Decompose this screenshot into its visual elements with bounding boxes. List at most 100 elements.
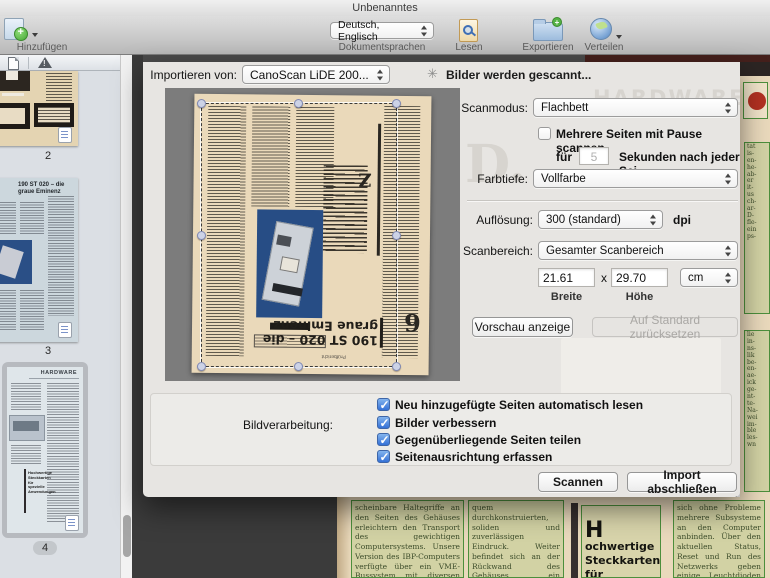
plus-glyph: + [17, 26, 24, 38]
unit-select[interactable]: cm [680, 268, 738, 287]
marquee-handle-n[interactable] [294, 99, 303, 108]
pullquote-bar [571, 503, 578, 578]
read-button[interactable]: Lesen [448, 16, 490, 55]
import-from-label: Importieren von: [150, 68, 237, 82]
pages-tab-icon[interactable] [8, 57, 19, 70]
languages-group: Deutsch, Englisch Dokumentsprachen [328, 16, 436, 55]
export-button[interactable]: + Exportieren [518, 16, 578, 55]
height-caption: Höhe [625, 291, 654, 303]
page-4-number-pill: 4 [33, 541, 57, 555]
enhance-images-label: Bilder verbessern [395, 416, 497, 430]
stepper-arrows-icon [725, 245, 732, 256]
colordepth-select[interactable]: Vollfarbe [533, 169, 738, 188]
thumb3-col-e [20, 290, 44, 330]
doc-pullquote: Hochwertige Steckkarten für spezielle An… [585, 508, 660, 577]
detect-orientation-label: Seitenausrichtung erfassen [395, 450, 553, 464]
resolution-unit: dpi [673, 213, 691, 227]
scanner-select[interactable]: CanoScan LiDE 200... [242, 65, 390, 84]
finish-import-button[interactable]: Import abschließen [627, 468, 737, 496]
resolution-label: Auflösung: [476, 213, 533, 227]
thumb4-header: HARDWARE [40, 370, 77, 376]
canvas-gutter [132, 55, 143, 578]
pullquote-initial: H [585, 517, 604, 543]
tab-divider [28, 57, 29, 69]
multipage-checkbox[interactable] [538, 127, 551, 140]
titlebar[interactable]: Unbenanntes [0, 0, 770, 17]
thumb4-pullquote: Hochwertige Steckkarten für spezielle An… [28, 470, 56, 495]
marquee-handle-e[interactable] [392, 231, 401, 240]
thumb3-col-a [0, 202, 16, 236]
dropdown-caret-icon [616, 35, 622, 39]
resolution-select[interactable]: 300 (standard) [538, 210, 663, 229]
ocr-text-region-margin-top: tat is- en- he- ab- er it- us ch- ar- D-… [744, 142, 770, 314]
doc-page-bottom-strip: scheinbare Haltegriffe an den Seiten des… [337, 497, 770, 578]
auto-read-checkbox[interactable] [377, 398, 390, 412]
scan-dropcap-six: 6 [403, 307, 421, 338]
marquee-handle-ne[interactable] [392, 99, 401, 108]
ad-bar [2, 93, 24, 96]
ad-frame-right-inner [38, 107, 70, 123]
thumbnail-page-4-selection[interactable]: HARDWARE Hochwertige Steckkarten für spe… [2, 362, 88, 538]
ocr-text-col1: scheinbare Haltegriffe an den Seiten des… [351, 500, 464, 578]
ocr-text-col4: sich ohne Probleme mehrere Subsysteme an… [673, 500, 765, 578]
stepper-arrows-icon [725, 173, 732, 184]
warnings-tab-icon[interactable] [38, 57, 52, 68]
folder-plus-icon: + [552, 17, 562, 27]
ocr-pullquote-region: Hochwertige Steckkarten für spezielle An… [581, 505, 661, 578]
reset-defaults-button[interactable]: Auf Standard zurücksetzen [592, 313, 738, 341]
page-curl-badge [58, 127, 72, 143]
sidebar: 2 190 ST 020 – die graue Eminenz 3 HARDW… [0, 55, 132, 578]
scan-button[interactable]: Scannen [538, 472, 618, 492]
thumbnail-page-4[interactable]: HARDWARE Hochwertige Steckkarten für spe… [7, 367, 83, 533]
show-preview-button[interactable]: Vorschau anzeige [472, 317, 573, 337]
marquee-handle-se[interactable] [392, 362, 401, 371]
thumb4-pull-bar [24, 469, 26, 513]
scanmode-label: Scanmodus: [461, 101, 528, 115]
margin-text-bottom: lie in- ns- lik be- en- ae- ick ge- nt- … [747, 331, 758, 449]
window-title: Unbenanntes [352, 2, 418, 14]
options-separator [467, 200, 738, 201]
detect-orientation-checkbox[interactable] [377, 450, 390, 464]
split-pages-label: Gegenüberliegende Seiten teilen [395, 433, 582, 447]
height-input[interactable]: 29.70 [611, 268, 668, 287]
add-button-label: Hinzufügen [16, 42, 68, 53]
sidebar-scrollbar-track[interactable] [120, 55, 132, 578]
thumb4-header-rule [29, 378, 79, 379]
add-button[interactable]: + Hinzufügen [0, 16, 102, 55]
ad-frame-left-inner [0, 108, 25, 124]
pause-prefix: für [556, 150, 572, 164]
enhance-images-checkbox[interactable] [377, 416, 390, 430]
export-button-label: Exportieren [522, 42, 574, 53]
margin-text-top: tat is- en- he- ab- er it- us ch- ar- D-… [747, 143, 757, 240]
languages-select[interactable]: Deutsch, Englisch [330, 19, 434, 43]
thumb3-col-d [0, 290, 16, 330]
share-button-label: Verteilen [584, 42, 624, 53]
selection-marquee[interactable] [201, 103, 397, 367]
width-input[interactable]: 21.61 [538, 268, 595, 287]
stepper-arrows-icon [725, 102, 732, 113]
doc-dark-band [740, 62, 770, 76]
split-pages-checkbox[interactable] [377, 433, 390, 447]
auto-read-label: Neu hinzugefügte Seiten automatisch lese… [395, 398, 644, 412]
scanarea-select[interactable]: Gesamter Scanbereich [538, 241, 738, 260]
thumb3-col-c [48, 196, 74, 316]
thumbnail-page-3[interactable]: 190 ST 020 – die graue Eminenz [0, 178, 78, 342]
marquee-handle-s[interactable] [294, 362, 303, 371]
red-dot-graphic [748, 92, 766, 110]
page-curl-badge [58, 322, 72, 338]
width-caption: Breite [550, 291, 583, 303]
read-button-label: Lesen [455, 42, 483, 53]
marquee-handle-nw[interactable] [197, 99, 206, 108]
stepper-arrows-icon [377, 69, 384, 80]
share-button[interactable]: Verteilen [578, 16, 630, 55]
colordepth-value: Vollfarbe [541, 172, 586, 185]
pause-seconds-input[interactable]: 5 [579, 147, 609, 165]
unit-value: cm [688, 271, 704, 284]
folder-tab [533, 19, 546, 24]
thumbnail-page-2[interactable] [0, 71, 78, 146]
marquee-handle-w[interactable] [197, 231, 206, 240]
marquee-handle-sw[interactable] [197, 362, 206, 371]
sidebar-scrollbar-thumb[interactable] [123, 515, 131, 557]
thumb4-col-a [11, 383, 41, 411]
scanmode-select[interactable]: Flachbett [533, 98, 738, 117]
